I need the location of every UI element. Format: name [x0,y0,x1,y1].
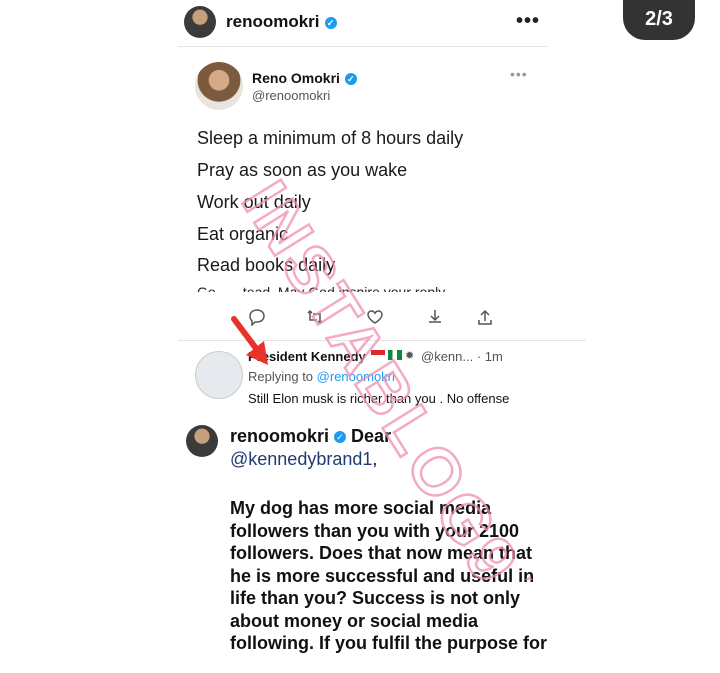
caption-greeting: Dear [351,426,392,446]
reply-meta: @kenn... · 1m [421,349,503,364]
username-text[interactable]: renoomokri [226,12,320,31]
caption-line: followers than you with your 2100 [230,520,520,541]
caption-line: following. If you fulfil the purpose for [230,633,547,653]
caption-line: life than you? Success is not only [230,588,521,608]
tweet-handle: @renoomokri [252,88,331,103]
replying-mention[interactable]: @renoomokri [317,369,395,384]
tweet-card: Reno Omokri ✓ @renoomokri ••• Sleep a min… [178,50,548,340]
flag-icon [388,350,402,360]
verified-badge-icon: ✓ [334,431,347,444]
tweet-line-4: Eat organic [197,224,289,244]
verified-badge-icon: ✓ [344,73,357,86]
flag-emojis: ✹ [371,349,417,362]
caption-mention[interactable]: @kennedybrand1 [230,449,372,469]
like-icon [367,310,383,324]
post-header: renoomokri ✓ ••• [178,0,548,47]
caption-line: My dog has more social media [230,498,492,518]
avatar[interactable] [184,6,216,38]
tweet-author-name: Reno Omokri ✓ [252,70,357,86]
tweet-line-cut: Go... ...tead. May God inspire your repl… [197,284,449,292]
share-icon [429,310,441,323]
caption-line: followers. Does that now mean that [230,543,533,563]
red-arrow-icon [231,316,268,365]
tweet-line-1: Sleep a minimum of 8 hours daily [197,128,464,148]
caption-header: renoomokri ✓ Dear @kennedybrand1, [230,426,392,469]
tweet-line-3: Work out daily [197,192,311,212]
caption-line: he is more successful and useful in [230,565,535,586]
reply-text: Still Elon musk is richer than you . No … [248,391,510,406]
tweet-actions [248,308,518,330]
tweet-line-2: Pray as soon as you wake [197,160,408,180]
caption-body: My dog has more social media followers t… [230,497,570,655]
caption-line: about money or social media [230,610,479,631]
replying-to: Replying to @renoomokri [248,369,395,384]
caption-username[interactable]: renoomokri [230,426,329,446]
tweet-more-icon: ••• [510,66,528,82]
retweet-icon [307,309,323,325]
more-options-icon[interactable]: ••• [516,10,540,33]
tweet-name-text: Reno Omokri [252,70,340,86]
post-username[interactable]: renoomokri ✓ [226,12,337,32]
flag-icon [371,350,385,360]
tweet-avatar [195,62,243,110]
upload-icon [478,309,492,325]
verified-badge-icon: ✓ [324,16,337,29]
gear-icon: ✹ [405,350,415,362]
tweet-line-5: Read books daily [197,255,336,275]
caption-avatar[interactable] [186,425,218,457]
slide-counter: 2/3 [623,0,695,40]
replying-prefix: Replying to [248,369,314,384]
